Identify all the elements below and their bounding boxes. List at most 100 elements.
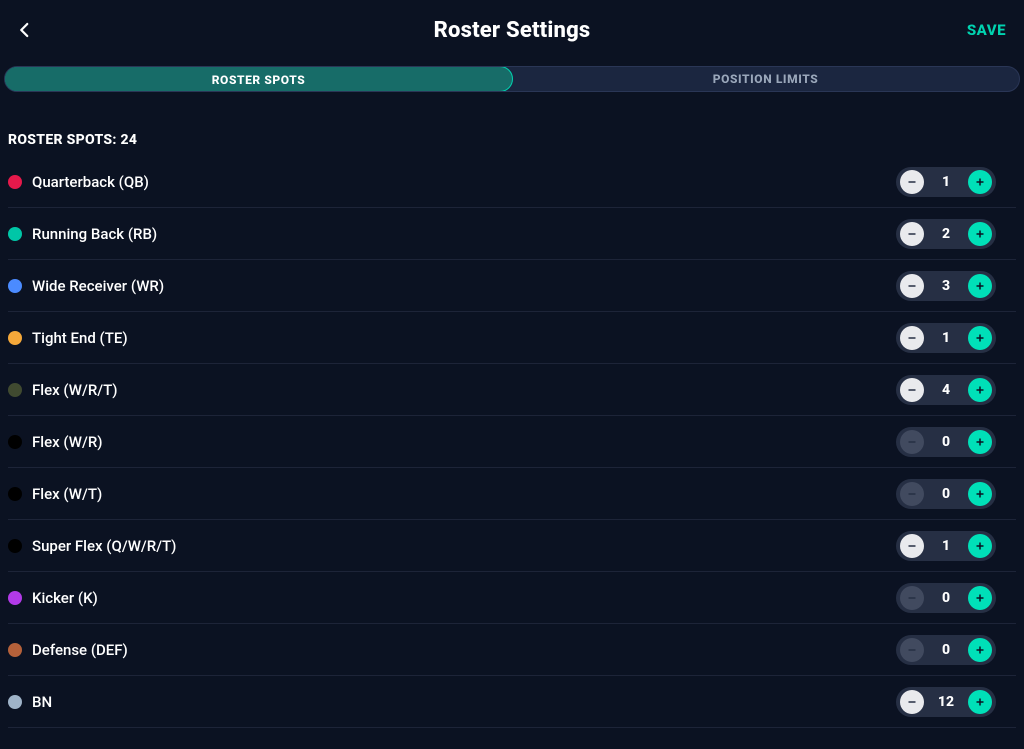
position-label: Defense (DEF) — [32, 641, 128, 659]
decrement-button — [900, 482, 924, 506]
plus-icon — [974, 384, 986, 396]
position-row-left: Quarterback (QB) — [8, 173, 149, 191]
plus-icon — [974, 176, 986, 188]
quantity-value: 1 — [928, 330, 964, 346]
position-row: Running Back (RB) 2 — [8, 208, 1016, 260]
position-label: Quarterback (QB) — [32, 173, 149, 191]
position-label: Flex (W/T) — [32, 485, 102, 503]
position-color-dot — [8, 175, 22, 189]
decrement-button[interactable] — [900, 378, 924, 402]
decrement-button[interactable] — [900, 326, 924, 350]
quantity-value: 0 — [928, 642, 964, 658]
minus-icon — [906, 540, 918, 552]
decrement-button[interactable] — [900, 222, 924, 246]
position-row: Quarterback (QB) 1 — [8, 156, 1016, 208]
position-row-left: Flex (W/R/T) — [8, 381, 118, 399]
quantity-stepper: 1 — [896, 531, 996, 561]
position-label: Tight End (TE) — [32, 329, 128, 347]
minus-icon — [906, 488, 918, 500]
position-row: BN 12 — [8, 676, 1016, 728]
position-row: Kicker (K) 0 — [8, 572, 1016, 624]
increment-button[interactable] — [968, 690, 992, 714]
quantity-value: 1 — [928, 174, 964, 190]
quantity-stepper: 2 — [896, 219, 996, 249]
position-row-left: Running Back (RB) — [8, 225, 157, 243]
quantity-stepper: 12 — [896, 687, 996, 717]
plus-icon — [974, 696, 986, 708]
increment-button[interactable] — [968, 222, 992, 246]
decrement-button[interactable] — [900, 170, 924, 194]
quantity-value: 4 — [928, 382, 964, 398]
plus-icon — [974, 228, 986, 240]
minus-icon — [906, 384, 918, 396]
position-label: Flex (W/R/T) — [32, 381, 118, 399]
increment-button[interactable] — [968, 638, 992, 662]
increment-button[interactable] — [968, 170, 992, 194]
increment-button[interactable] — [968, 430, 992, 454]
position-row: Flex (W/R) 0 — [8, 416, 1016, 468]
quantity-stepper: 4 — [896, 375, 996, 405]
position-color-dot — [8, 435, 22, 449]
plus-icon — [974, 280, 986, 292]
plus-icon — [974, 436, 986, 448]
roster-spots-heading: ROSTER SPOTS: 24 — [0, 92, 1024, 156]
minus-icon — [906, 228, 918, 240]
increment-button[interactable] — [968, 274, 992, 298]
header: Roster Settings SAVE — [0, 0, 1024, 60]
minus-icon — [906, 592, 918, 604]
quantity-stepper: 1 — [896, 323, 996, 353]
quantity-value: 12 — [928, 694, 964, 710]
position-color-dot — [8, 643, 22, 657]
position-row-left: Kicker (K) — [8, 589, 98, 607]
decrement-button[interactable] — [900, 690, 924, 714]
quantity-value: 2 — [928, 226, 964, 242]
plus-icon — [974, 332, 986, 344]
position-row: Super Flex (Q/W/R/T) 1 — [8, 520, 1016, 572]
quantity-stepper: 1 — [896, 167, 996, 197]
position-row: Tight End (TE) 1 — [8, 312, 1016, 364]
quantity-value: 0 — [928, 434, 964, 450]
plus-icon — [974, 540, 986, 552]
decrement-button — [900, 430, 924, 454]
tabs: ROSTER SPOTS POSITION LIMITS — [4, 66, 1020, 92]
plus-icon — [974, 644, 986, 656]
increment-button[interactable] — [968, 326, 992, 350]
position-row: Flex (W/T)0 — [8, 468, 1016, 520]
back-button[interactable] — [10, 15, 40, 45]
position-color-dot — [8, 695, 22, 709]
save-button[interactable]: SAVE — [967, 21, 1006, 39]
minus-icon — [906, 332, 918, 344]
plus-icon — [974, 488, 986, 500]
position-list: Quarterback (QB) 1 Running Back (RB) 2 Wide … — [0, 156, 1024, 728]
minus-icon — [906, 280, 918, 292]
quantity-value: 3 — [928, 278, 964, 294]
position-row-left: BN — [8, 693, 52, 711]
position-color-dot — [8, 331, 22, 345]
tab-position-limits[interactable]: POSITION LIMITS — [512, 67, 1019, 91]
position-label: Running Back (RB) — [32, 225, 157, 243]
quantity-value: 1 — [928, 538, 964, 554]
minus-icon — [906, 436, 918, 448]
increment-button[interactable] — [968, 534, 992, 558]
increment-button[interactable] — [968, 482, 992, 506]
page-title: Roster Settings — [434, 18, 591, 43]
minus-icon — [906, 176, 918, 188]
position-label: Kicker (K) — [32, 589, 98, 607]
position-row-left: Super Flex (Q/W/R/T) — [8, 537, 176, 555]
decrement-button[interactable] — [900, 274, 924, 298]
position-row: Flex (W/R/T) 4 — [8, 364, 1016, 416]
position-row-left: Tight End (TE) — [8, 329, 128, 347]
tab-roster-spots[interactable]: ROSTER SPOTS — [4, 66, 513, 92]
increment-button[interactable] — [968, 378, 992, 402]
minus-icon — [906, 644, 918, 656]
chevron-left-icon — [16, 21, 34, 39]
decrement-button[interactable] — [900, 534, 924, 558]
quantity-stepper: 0 — [896, 635, 996, 665]
position-row-left: Wide Receiver (WR) — [8, 277, 164, 295]
decrement-button — [900, 638, 924, 662]
quantity-stepper: 0 — [896, 583, 996, 613]
position-label: Flex (W/R) — [32, 433, 103, 451]
increment-button[interactable] — [968, 586, 992, 610]
position-row-left: Defense (DEF) — [8, 641, 128, 659]
position-color-dot — [8, 279, 22, 293]
